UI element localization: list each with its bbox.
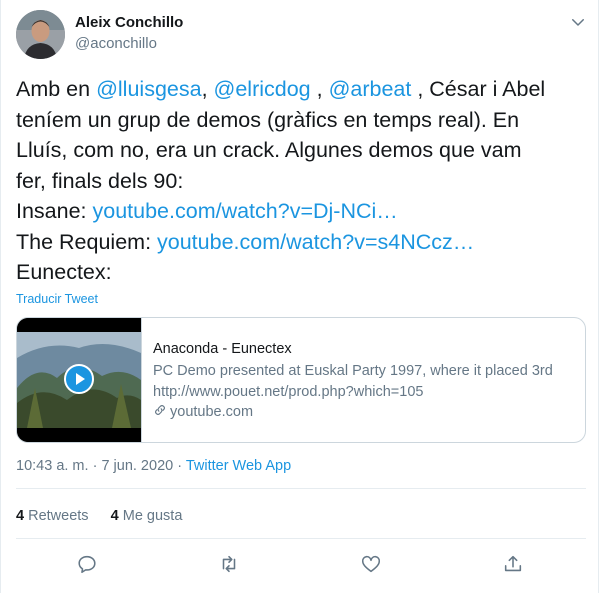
- tweet: Aleix Conchillo @aconchillo Amb en @llui…: [0, 0, 599, 593]
- tweet-link[interactable]: youtube.com/watch?v=s4NCcz…: [157, 230, 474, 254]
- tweet-line: Insane: youtube.com/watch?v=Dj-NCi…: [16, 196, 586, 227]
- tweet-line: Eunectex:: [16, 257, 586, 288]
- retweet-icon[interactable]: [218, 553, 242, 577]
- tweet-line: Amb en @lluisgesa, @elricdog , @arbeat ,…: [16, 74, 586, 105]
- meta-separator: ·: [88, 458, 102, 474]
- tweet-stats: 4 Retweets 4 Me gusta: [16, 508, 182, 524]
- play-icon[interactable]: [64, 364, 94, 394]
- tweet-text-segment: teníem un grup de demos (gràfics en temp…: [16, 107, 520, 132]
- retweets-count: 4: [16, 508, 25, 524]
- share-icon[interactable]: [502, 553, 526, 577]
- tweet-line: The Requiem: youtube.com/watch?v=s4NCcz…: [16, 227, 586, 258]
- tweet-text-segment: Lluís, com no, era un crack. Algunes dem…: [16, 138, 522, 162]
- author-handle[interactable]: @aconchillo: [75, 35, 157, 52]
- avatar-image: [16, 10, 65, 59]
- tweet-link[interactable]: @lluisgesa: [96, 77, 201, 101]
- tweet-time[interactable]: 10:43 a. m.: [16, 458, 89, 474]
- tweet-line: fer, finals dels 90:: [16, 166, 586, 197]
- tweet-text-segment: Amb en: [16, 77, 97, 101]
- tweet-link[interactable]: youtube.com/watch?v=Dj-NCi…: [93, 199, 398, 223]
- tweet-text-segment: fer, finals dels 90:: [16, 168, 184, 193]
- tweet-text-segment: Eunectex:: [16, 260, 112, 284]
- tweet-text-segment: Insane:: [16, 199, 93, 223]
- tweet-text-segment: , César i Abel: [411, 77, 546, 101]
- author-name[interactable]: Aleix Conchillo: [75, 14, 183, 31]
- reply-icon[interactable]: [76, 553, 100, 577]
- card-domain: youtube.com: [153, 403, 253, 421]
- tweet-text-segment: ,: [201, 77, 214, 101]
- link-card[interactable]: Anaconda - Eunectex PC Demo presented at…: [16, 317, 586, 443]
- translate-tweet-link[interactable]: Traducir Tweet: [16, 292, 98, 306]
- tweet-meta: 10:43 a. m. · 7 jun. 2020 · Twitter Web …: [16, 458, 291, 474]
- action-bar: [1, 553, 600, 583]
- video-thumbnail[interactable]: [17, 318, 142, 442]
- heart-icon[interactable]: [360, 553, 384, 577]
- divider: [16, 488, 586, 489]
- retweets-stat[interactable]: 4 Retweets: [16, 508, 89, 524]
- chevron-down-icon[interactable]: [569, 13, 587, 31]
- meta-separator-2: ·: [173, 458, 186, 474]
- card-domain-text: youtube.com: [170, 404, 254, 420]
- tweet-text-segment: ,: [310, 77, 329, 101]
- likes-label: Me gusta: [122, 508, 183, 524]
- divider: [16, 538, 586, 539]
- tweet-text-segment: The Requiem:: [16, 229, 158, 254]
- likes-stat[interactable]: 4 Me gusta: [111, 508, 183, 524]
- link-icon: [153, 403, 167, 421]
- card-description: PC Demo presented at Euskal Party 1997, …: [153, 363, 553, 400]
- tweet-link[interactable]: @arbeat: [329, 77, 412, 101]
- likes-count: 4: [110, 508, 119, 524]
- avatar[interactable]: [16, 10, 65, 59]
- tweet-line: teníem un grup de demos (gràfics en temp…: [16, 105, 586, 136]
- retweets-label: Retweets: [28, 508, 89, 524]
- tweet-text: Amb en @lluisgesa, @elricdog , @arbeat ,…: [16, 74, 586, 288]
- tweet-date[interactable]: 7 jun. 2020: [101, 458, 173, 474]
- tweet-link[interactable]: @elricdog: [214, 77, 311, 101]
- card-title: Anaconda - Eunectex: [153, 341, 292, 357]
- tweet-line: Lluís, com no, era un crack. Algunes dem…: [16, 135, 586, 166]
- source-app[interactable]: Twitter Web App: [186, 458, 291, 474]
